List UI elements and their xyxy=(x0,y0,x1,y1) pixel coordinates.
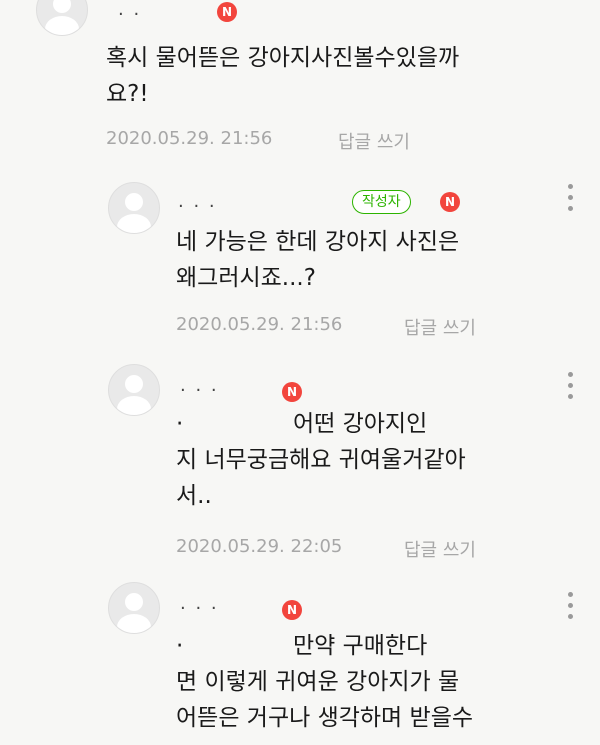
comment-item: · · · N · 만약 구매한다 면 이렇게 귀여운 강아지가 물 어뜯은 거… xyxy=(0,582,600,745)
new-badge: N xyxy=(440,192,460,212)
comment-nickname[interactable]: · · · xyxy=(178,196,217,217)
comment-item: · · N 혹시 물어뜯은 강아지사진볼수있을까 요?! 2020.05.29.… xyxy=(0,0,600,170)
comment-text: 혹시 물어뜯은 강아지사진볼수있을까 요?! xyxy=(106,45,460,107)
comment-nickname[interactable]: · · · xyxy=(180,598,219,619)
avatar[interactable] xyxy=(108,182,160,234)
comment-text: · 만약 구매한다 면 이렇게 귀여운 강아지가 물 어뜯은 거구나 생각하며 … xyxy=(176,633,474,731)
reply-button[interactable]: 답글 쓰기 xyxy=(338,128,410,154)
comment-text: · 어떤 강아지인 지 너무궁금해요 귀여울거같아 서.. xyxy=(176,411,466,509)
new-badge: N xyxy=(282,382,302,402)
more-options-icon[interactable] xyxy=(566,184,574,216)
comment-thread: · · N 혹시 물어뜯은 강아지사진볼수있을까 요?! 2020.05.29.… xyxy=(0,0,600,745)
more-options-icon[interactable] xyxy=(566,372,574,404)
comment-date: 2020.05.29. 21:56 xyxy=(106,128,273,149)
avatar[interactable] xyxy=(36,0,88,36)
comment-item: · · · N · 어떤 강아지인 지 너무궁금해요 귀여울거같아 서.. 20… xyxy=(0,362,600,582)
reply-button[interactable]: 답글 쓰기 xyxy=(404,536,476,562)
new-badge: N xyxy=(217,2,237,22)
comment-date: 2020.05.29. 21:56 xyxy=(176,314,343,335)
comment-nickname[interactable]: · · · xyxy=(180,380,219,401)
comment-date: 2020.05.29. 22:05 xyxy=(176,536,343,557)
author-badge: 작성자 xyxy=(352,190,411,214)
avatar[interactable] xyxy=(108,582,160,634)
avatar[interactable] xyxy=(108,364,160,416)
new-badge: N xyxy=(282,600,302,620)
comment-nickname[interactable]: · · xyxy=(118,4,141,25)
comment-item: · · · 작성자 N 네 가능은 한데 강아지 사진은 왜그러시죠...? 2… xyxy=(0,168,600,368)
reply-button[interactable]: 답글 쓰기 xyxy=(404,314,476,340)
more-options-icon[interactable] xyxy=(566,592,574,624)
comment-text: 네 가능은 한데 강아지 사진은 왜그러시죠...? xyxy=(176,229,460,291)
